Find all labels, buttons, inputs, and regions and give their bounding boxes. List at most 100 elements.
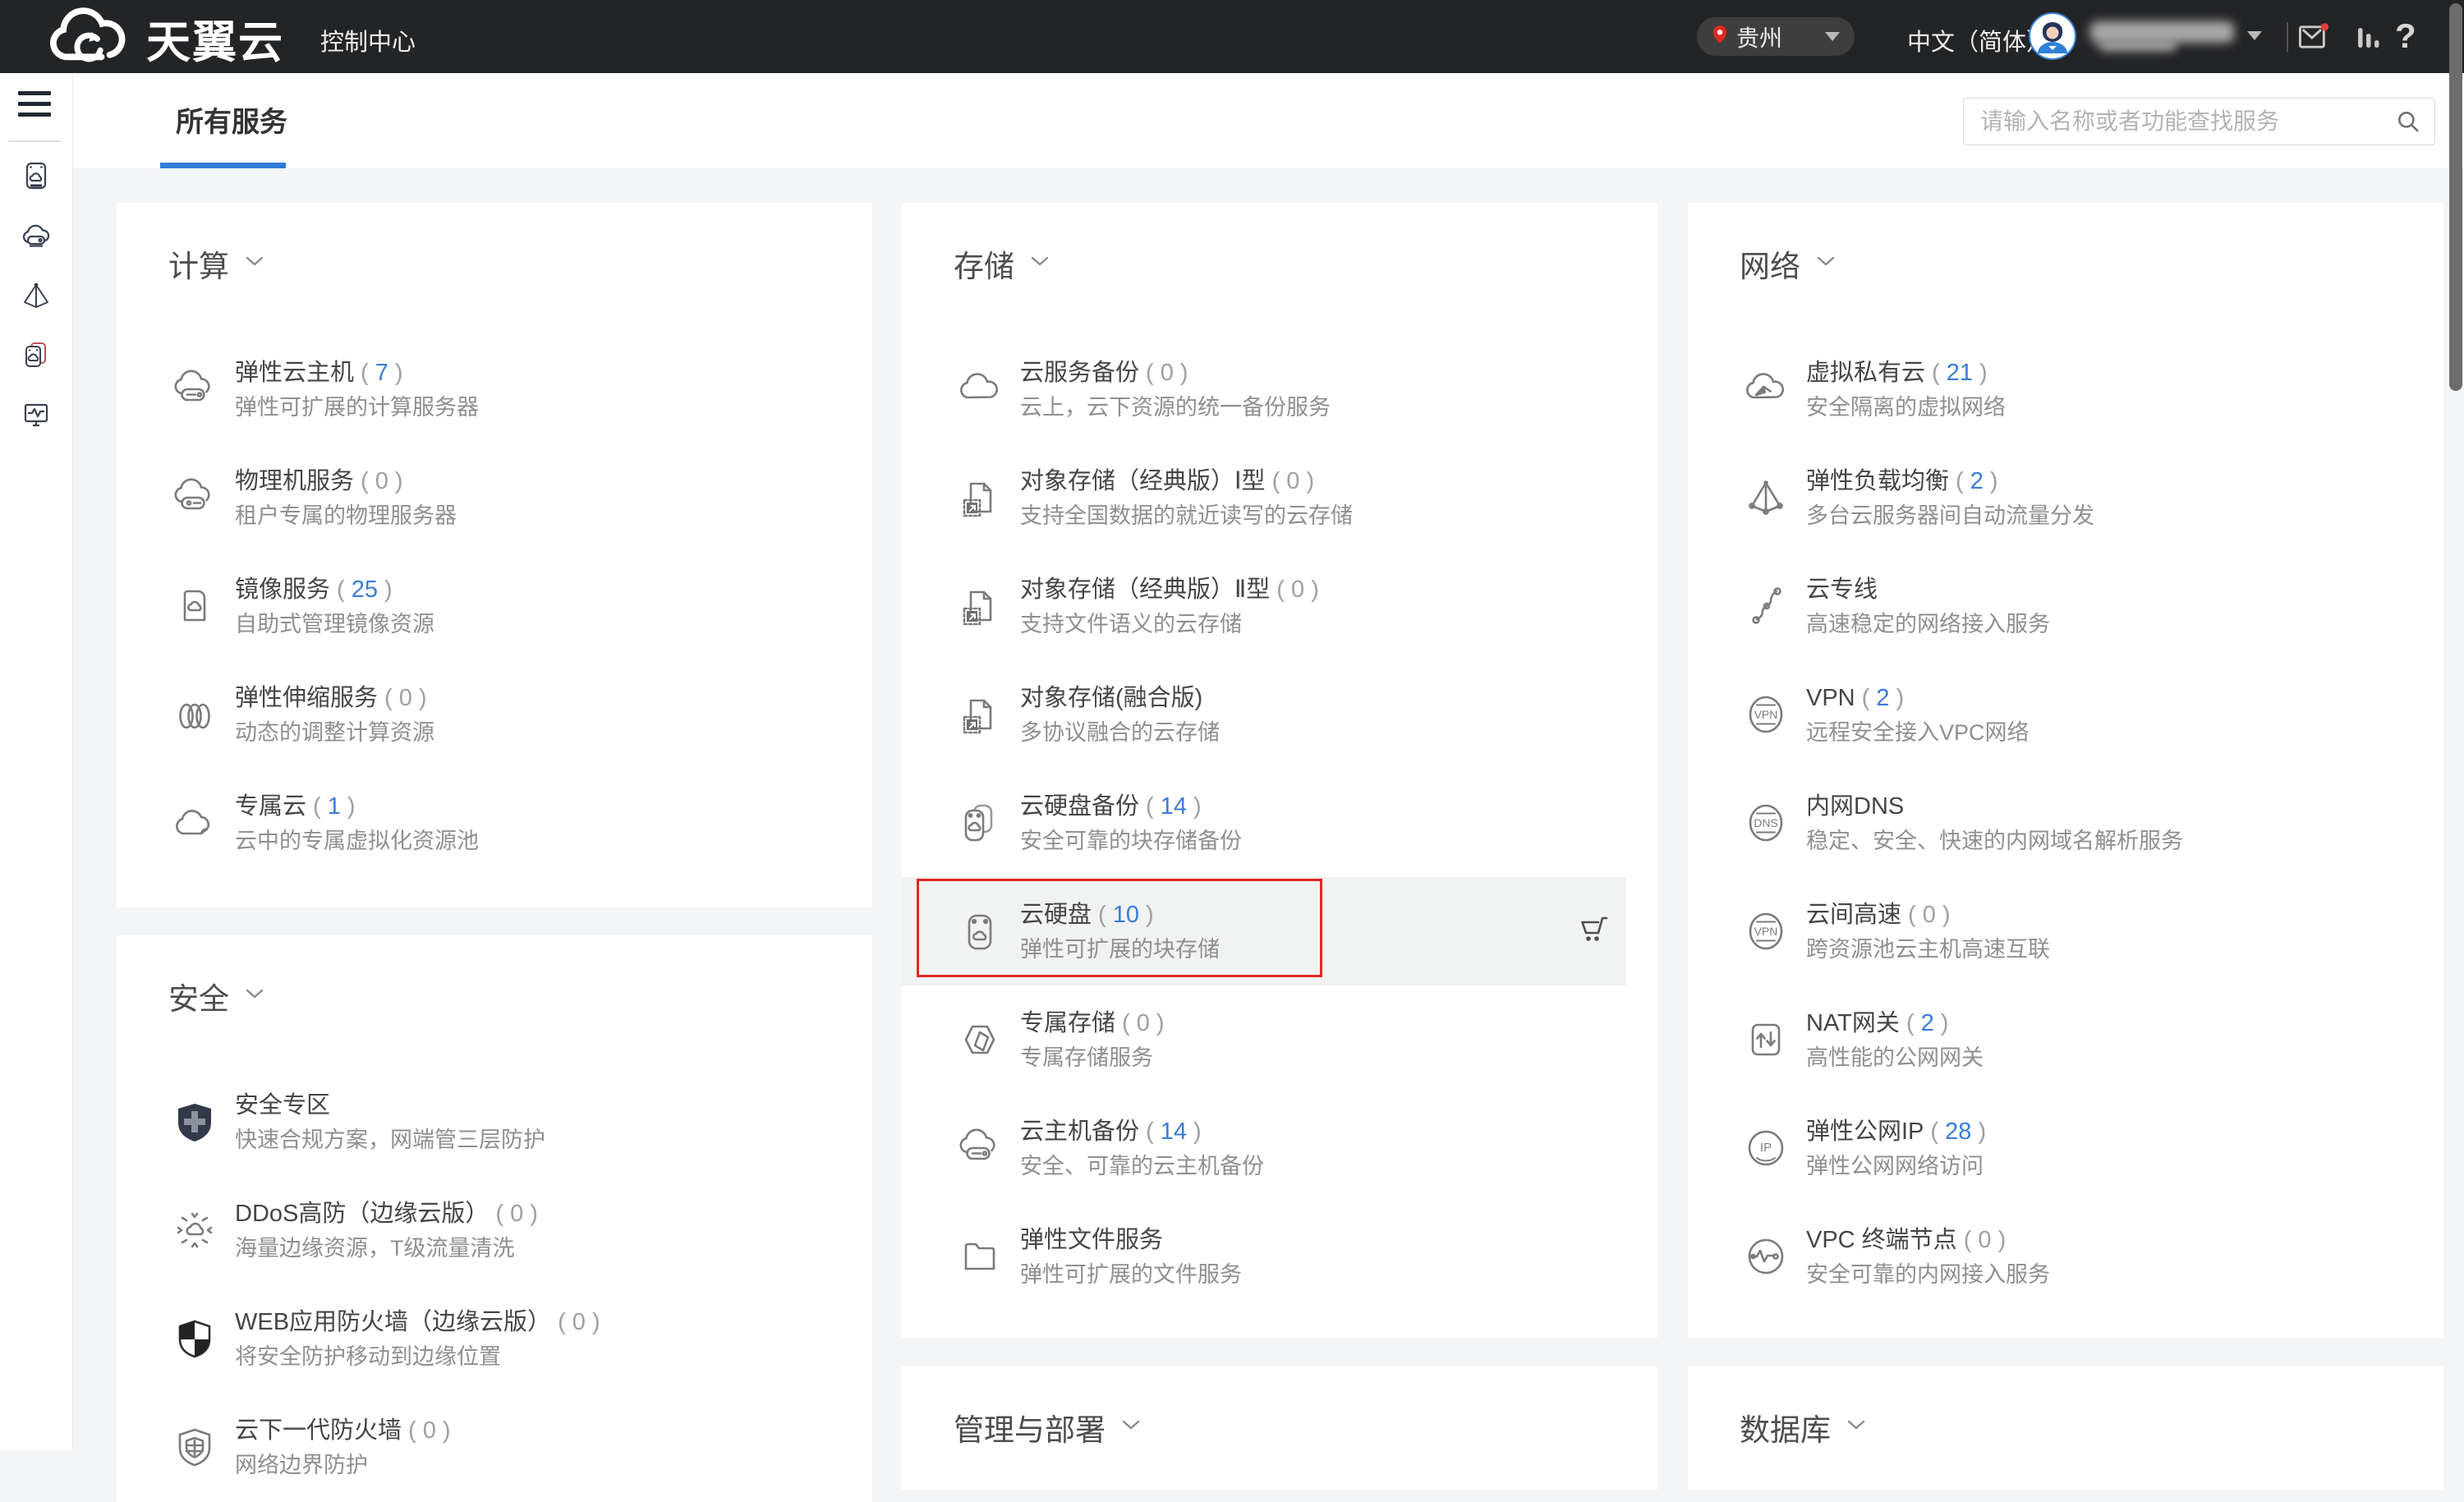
section-title: 计算 xyxy=(168,241,229,286)
service-description: 网络边界防护 xyxy=(235,1450,451,1480)
service-description: 云中的专属虚拟化资源池 xyxy=(235,826,479,856)
avatar[interactable] xyxy=(2029,12,2076,60)
brand-logo[interactable]: 天翼云 xyxy=(46,3,284,73)
elb-icon xyxy=(1740,471,1792,524)
monitor-icon[interactable] xyxy=(20,398,53,431)
service-item[interactable]: 云硬盘( 10 )弹性可扩展的块存储 xyxy=(902,877,1626,985)
service-item[interactable]: 对象存储（经典版）Ⅰ型( 0 )支持全国数据的就近读写的云存储 xyxy=(902,443,1657,552)
cloud-server-icon[interactable] xyxy=(20,159,53,192)
page-header: 所有服务 xyxy=(0,73,2464,168)
service-description: 多协议融合的云存储 xyxy=(1020,718,1220,747)
service-item[interactable]: 专属云( 1 )云中的专属虚拟化资源池 xyxy=(117,769,872,877)
service-item[interactable]: 对象存储(融合版)多协议融合的云存储 xyxy=(902,660,1657,769)
search-icon[interactable] xyxy=(2395,108,2421,135)
service-description: 弹性公网网络访问 xyxy=(1806,1151,1986,1181)
cart-icon[interactable] xyxy=(1575,913,1611,950)
direct-connect-icon xyxy=(1740,580,1792,632)
service-item[interactable]: 弹性负载均衡( 2 )多台云服务器间自动流量分发 xyxy=(1688,443,2443,552)
service-description: 安全隔离的虚拟网络 xyxy=(1806,393,2006,422)
section-header-network[interactable]: 网络 xyxy=(1740,241,1835,287)
chevron-down-icon[interactable] xyxy=(246,256,264,271)
service-text: 云间高速( 0 )跨资源池云主机高速互联 xyxy=(1806,898,2050,964)
service-name: 弹性文件服务 xyxy=(1020,1227,1163,1253)
service-item[interactable]: 云专线高速稳定的网络接入服务 xyxy=(1688,552,2443,660)
search-input[interactable] xyxy=(1964,108,2395,135)
resource-pyramid-icon[interactable] xyxy=(20,279,53,312)
user-caret-down-icon[interactable] xyxy=(2247,31,2262,40)
menu-icon[interactable] xyxy=(18,91,51,123)
service-list: 安全专区快速合规方案，网端管三层防护DDoS高防（边缘云版）( 0 )海量边缘资… xyxy=(117,1068,872,1501)
service-item[interactable]: 专属存储( 0 )专属存储服务 xyxy=(902,985,1657,1094)
service-item[interactable]: 弹性云主机( 7 )弹性可扩展的计算服务器 xyxy=(117,335,872,443)
bar-chart-icon[interactable] xyxy=(2356,25,2384,55)
chevron-down-icon[interactable] xyxy=(1031,256,1049,271)
topbar: 天翼云 控制中心 贵州 中文（简体） xyxy=(0,0,2464,73)
service-item[interactable]: IP弹性公网IP( 28 )弹性公网网络访问 xyxy=(1688,1094,2443,1202)
service-count: ( 7 ) xyxy=(361,360,403,386)
section-card-management: 管理与部署 xyxy=(902,1366,1657,1490)
service-text: VPN( 2 )远程安全接入VPC网络 xyxy=(1806,682,2030,747)
service-item[interactable]: 物理机服务( 0 )租户专属的物理服务器 xyxy=(117,443,872,552)
section-header-storage[interactable]: 存储 xyxy=(954,241,1049,287)
service-item[interactable]: 对象存储（经典版）Ⅱ型( 0 )支持文件语义的云存储 xyxy=(902,552,1657,660)
section-header-security[interactable]: 安全 xyxy=(168,973,264,1019)
service-text: 虚拟私有云( 21 )安全隔离的虚拟网络 xyxy=(1806,356,2006,422)
nav-console-link[interactable]: 控制中心 xyxy=(320,23,416,57)
service-count: ( 14 ) xyxy=(1146,793,1202,820)
service-description: 安全可靠的块存储备份 xyxy=(1020,826,1242,856)
scrollbar-thumb[interactable] xyxy=(2449,3,2462,391)
section-header-database[interactable]: 数据库 xyxy=(1740,1404,1865,1450)
service-item[interactable]: 云主机备份( 14 )安全、可靠的云主机备份 xyxy=(902,1094,1657,1202)
dns-icon: DNS xyxy=(1740,797,1792,849)
service-text: 弹性伸缩服务( 0 )动态的调整计算资源 xyxy=(235,682,434,747)
service-count: ( 1 ) xyxy=(313,793,356,820)
service-description: 弹性可扩展的文件服务 xyxy=(1020,1260,1242,1289)
service-count: ( 0 ) xyxy=(558,1309,600,1335)
section-header-compute[interactable]: 计算 xyxy=(168,241,264,287)
service-item[interactable]: 虚拟私有云( 21 )安全隔离的虚拟网络 xyxy=(1688,335,2443,443)
section-header-management[interactable]: 管理与部署 xyxy=(954,1404,1140,1450)
service-item[interactable]: 镜像服务( 25 )自助式管理镜像资源 xyxy=(117,552,872,660)
service-item[interactable]: 云服务备份( 0 )云上，云下资源的统一备份服务 xyxy=(902,335,1657,443)
service-name: 云服务备份 xyxy=(1020,360,1139,386)
service-item[interactable]: 云硬盘备份( 14 )安全可靠的块存储备份 xyxy=(902,769,1657,877)
user-name-blurred[interactable] xyxy=(2090,20,2238,56)
vpn-icon: VPN xyxy=(1740,688,1792,741)
service-item[interactable]: 云下一代防火墙( 0 )网络边界防护 xyxy=(117,1393,872,1501)
highlight-annotation-box xyxy=(917,879,1322,977)
service-item[interactable]: WEB应用防火墙（边缘云版）( 0 )将安全防护移动到边缘位置 xyxy=(117,1284,872,1393)
tab-all-services[interactable]: 所有服务 xyxy=(176,99,287,140)
service-description: 将安全防护移动到边缘位置 xyxy=(235,1342,600,1371)
service-name: VPC 终端节点 xyxy=(1806,1227,1957,1253)
service-item[interactable]: VPN云间高速( 0 )跨资源池云主机高速互联 xyxy=(1688,877,2443,985)
chevron-down-icon[interactable] xyxy=(1817,256,1835,271)
region-selector[interactable]: 贵州 xyxy=(1697,17,1855,56)
service-item[interactable]: VPC 终端节点( 0 )安全可靠的内网接入服务 xyxy=(1688,1202,2443,1311)
chevron-down-icon[interactable] xyxy=(1122,1420,1140,1435)
auto-scaling-icon xyxy=(168,688,221,741)
service-name: 镜像服务 xyxy=(235,576,330,603)
service-count: ( 0 ) xyxy=(361,468,403,494)
service-item[interactable]: 安全专区快速合规方案，网端管三层防护 xyxy=(117,1068,872,1176)
service-item[interactable]: DDoS高防（边缘云版）( 0 )海量边缘资源，T级流量清洗 xyxy=(117,1176,872,1284)
service-item[interactable]: 弹性伸缩服务( 0 )动态的调整计算资源 xyxy=(117,660,872,769)
backup-cards-icon[interactable] xyxy=(20,338,53,371)
chevron-down-icon[interactable] xyxy=(1847,1420,1865,1435)
service-count: ( 0 ) xyxy=(1908,902,1951,928)
service-name: 对象存储（经典版）Ⅱ型 xyxy=(1020,576,1270,603)
service-count: ( 2 ) xyxy=(1956,468,1998,494)
service-item[interactable]: 弹性文件服务弹性可扩展的文件服务 xyxy=(902,1202,1657,1311)
svg-text:IP: IP xyxy=(1760,1141,1772,1155)
question-mark-icon[interactable]: ? xyxy=(2395,16,2416,56)
cloud-host-icon[interactable] xyxy=(20,220,53,253)
service-name: 弹性云主机 xyxy=(235,360,354,386)
service-text: 对象存储(融合版)多协议融合的云存储 xyxy=(1020,682,1220,747)
service-text: 专属存储( 0 )专属存储服务 xyxy=(1020,1007,1165,1073)
service-description: 远程安全接入VPC网络 xyxy=(1806,718,2030,747)
service-item[interactable]: VPN VPN( 2 )远程安全接入VPC网络 xyxy=(1688,660,2443,769)
message-icon[interactable] xyxy=(2296,21,2329,57)
service-description: 云上，云下资源的统一备份服务 xyxy=(1020,393,1331,422)
chevron-down-icon[interactable] xyxy=(246,989,264,1004)
service-item[interactable]: DNS内网DNS稳定、安全、快速的内网域名解析服务 xyxy=(1688,769,2443,877)
service-item[interactable]: NAT网关( 2 )高性能的公网网关 xyxy=(1688,985,2443,1094)
